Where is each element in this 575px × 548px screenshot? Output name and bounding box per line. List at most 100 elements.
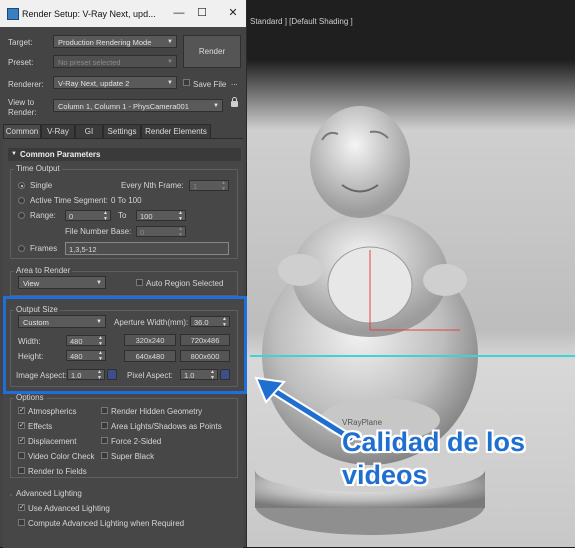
- tab-render-elements[interactable]: Render Elements: [141, 124, 211, 138]
- target-value: Production Rendering Mode: [58, 38, 152, 47]
- caption-line-2: videos: [342, 460, 428, 490]
- render-setup-window: Render Setup: V-Ray Next, upd... — ☐ ✕ T…: [0, 0, 247, 548]
- caption-text: Calidad de los videos: [342, 426, 525, 492]
- maximize-button[interactable]: ☐: [193, 5, 211, 21]
- compute-advanced-lighting-label: Compute Advanced Lighting when Required: [28, 519, 185, 528]
- advanced-lighting-group: [10, 494, 12, 496]
- auto-region-label: Auto Region Selected: [146, 279, 224, 288]
- tab-common[interactable]: Common: [3, 124, 41, 138]
- preset-label: Preset:: [8, 58, 34, 67]
- view-label-1: View to: [8, 98, 35, 107]
- range-to-spinner[interactable]: 100 ▲ ▼: [136, 210, 186, 221]
- active-segment-radio[interactable]: [18, 197, 25, 204]
- file-number-base-label: File Number Base:: [65, 227, 132, 236]
- displacement-checkbox[interactable]: ✓: [18, 437, 25, 444]
- range-to-value: 100: [140, 212, 153, 221]
- chevron-down-icon: ▼: [167, 80, 173, 86]
- spinner-arrows-icon: ▲ ▼: [221, 180, 226, 192]
- spinner-arrows-icon: ▲ ▼: [178, 226, 183, 238]
- preset-value: No preset selected: [58, 58, 121, 67]
- output-size-highlight: [3, 296, 247, 394]
- frames-label: Frames: [30, 244, 58, 253]
- force-2-sided-checkbox[interactable]: [101, 437, 108, 444]
- render-hidden-geometry-checkbox[interactable]: [101, 407, 108, 414]
- renderer-dropdown[interactable]: V-Ray Next, update 2 ▼: [53, 76, 177, 89]
- options-title: Options: [14, 393, 46, 402]
- area-to-render-dropdown[interactable]: View ▼: [18, 276, 106, 289]
- preset-dropdown[interactable]: No preset selected ▼: [53, 55, 177, 68]
- lock-icon[interactable]: [231, 97, 238, 107]
- window-title: Render Setup: V-Ray Next, upd...: [22, 9, 156, 19]
- chevron-down-icon: ▼: [96, 280, 102, 286]
- area-lights-label: Area Lights/Shadows as Points: [111, 422, 222, 431]
- target-label: Target:: [8, 38, 33, 47]
- ground-line: [250, 355, 575, 357]
- collapse-icon: ▼: [11, 151, 17, 157]
- range-from-spinner[interactable]: 0 ▲ ▼: [65, 210, 111, 221]
- frames-radio[interactable]: [18, 245, 25, 252]
- title-bar[interactable]: Render Setup: V-Ray Next, upd... — ☐ ✕: [0, 0, 246, 27]
- viewport-label[interactable]: Standard ] [Default Shading ]: [250, 17, 353, 26]
- effects-checkbox[interactable]: ✓: [18, 422, 25, 429]
- video-color-check-checkbox[interactable]: [18, 452, 25, 459]
- renderer-value: V-Ray Next, update 2: [58, 79, 130, 88]
- active-segment-value: 0 To 100: [111, 196, 142, 205]
- video-color-check-label: Video Color Check: [28, 452, 95, 461]
- range-to-label: To: [118, 211, 127, 220]
- renderer-label: Renderer:: [8, 80, 44, 89]
- super-black-label: Super Black: [111, 452, 155, 461]
- atmospherics-label: Atmospherics: [28, 407, 77, 416]
- area-lights-checkbox[interactable]: [101, 422, 108, 429]
- caption-line-1: Calidad de los: [342, 427, 526, 457]
- target-dropdown[interactable]: Production Rendering Mode ▼: [53, 35, 177, 48]
- every-nth-value: 1: [193, 182, 198, 191]
- spinner-arrows-icon: ▲ ▼: [103, 210, 108, 222]
- area-to-render-value: View: [23, 279, 40, 288]
- render-to-fields-checkbox[interactable]: [18, 467, 25, 474]
- area-to-render-title: Area to Render: [14, 266, 73, 275]
- time-output-title: Time Output: [14, 164, 62, 173]
- app-icon: [7, 8, 19, 20]
- frames-value: 1,3,5-12: [69, 245, 97, 254]
- file-number-base-value: 0: [140, 228, 145, 237]
- rollout-title: Common Parameters: [20, 150, 101, 159]
- single-label: Single: [30, 181, 53, 190]
- super-black-checkbox[interactable]: [101, 452, 108, 459]
- save-file-browse[interactable]: ...: [231, 78, 238, 87]
- close-button[interactable]: ✕: [224, 5, 242, 21]
- single-radio[interactable]: [18, 182, 25, 189]
- range-from-value: 0: [69, 212, 74, 221]
- chevron-down-icon: ▼: [213, 103, 219, 109]
- auto-region-checkbox[interactable]: [136, 279, 143, 286]
- atmospherics-checkbox[interactable]: ✓: [18, 407, 25, 414]
- use-advanced-lighting-checkbox[interactable]: ✓: [18, 504, 25, 511]
- frames-input[interactable]: 1,3,5-12: [65, 242, 229, 255]
- view-label-2: Render:: [8, 108, 37, 117]
- file-number-base-spinner[interactable]: 0 ▲ ▼: [136, 226, 186, 237]
- view-to-render-dropdown[interactable]: Column 1, Column 1 - PhysCamera001 ▼: [53, 99, 223, 112]
- spinner-arrows-icon: ▲ ▼: [178, 210, 183, 222]
- chevron-down-icon: ▼: [167, 59, 173, 65]
- tab-settings[interactable]: Settings: [103, 124, 141, 138]
- compute-advanced-lighting-checkbox[interactable]: [18, 519, 25, 526]
- force-2-sided-label: Force 2-Sided: [111, 437, 162, 446]
- active-segment-label: Active Time Segment:: [30, 196, 108, 205]
- render-to-fields-label: Render to Fields: [28, 467, 87, 476]
- use-advanced-lighting-label: Use Advanced Lighting: [28, 504, 110, 513]
- chevron-down-icon: ▼: [167, 39, 173, 45]
- range-radio[interactable]: [18, 212, 25, 219]
- displacement-label: Displacement: [28, 437, 77, 446]
- save-file-checkbox[interactable]: [183, 79, 190, 86]
- range-label: Range:: [30, 211, 56, 220]
- render-hidden-geometry-label: Render Hidden Geometry: [111, 407, 203, 416]
- every-nth-spinner[interactable]: 1 ▲ ▼: [189, 180, 229, 191]
- advanced-lighting-title: Advanced Lighting: [14, 489, 84, 498]
- view-value: Column 1, Column 1 - PhysCamera001: [58, 102, 189, 111]
- minimize-button[interactable]: —: [170, 5, 188, 21]
- render-button[interactable]: Render: [183, 35, 241, 68]
- save-file-label: Save File: [193, 80, 227, 89]
- tab-gi[interactable]: GI: [75, 124, 103, 138]
- tab-vray[interactable]: V-Ray: [41, 124, 75, 138]
- every-nth-label: Every Nth Frame:: [121, 181, 184, 190]
- common-parameters-rollout[interactable]: ▼ Common Parameters: [8, 148, 241, 161]
